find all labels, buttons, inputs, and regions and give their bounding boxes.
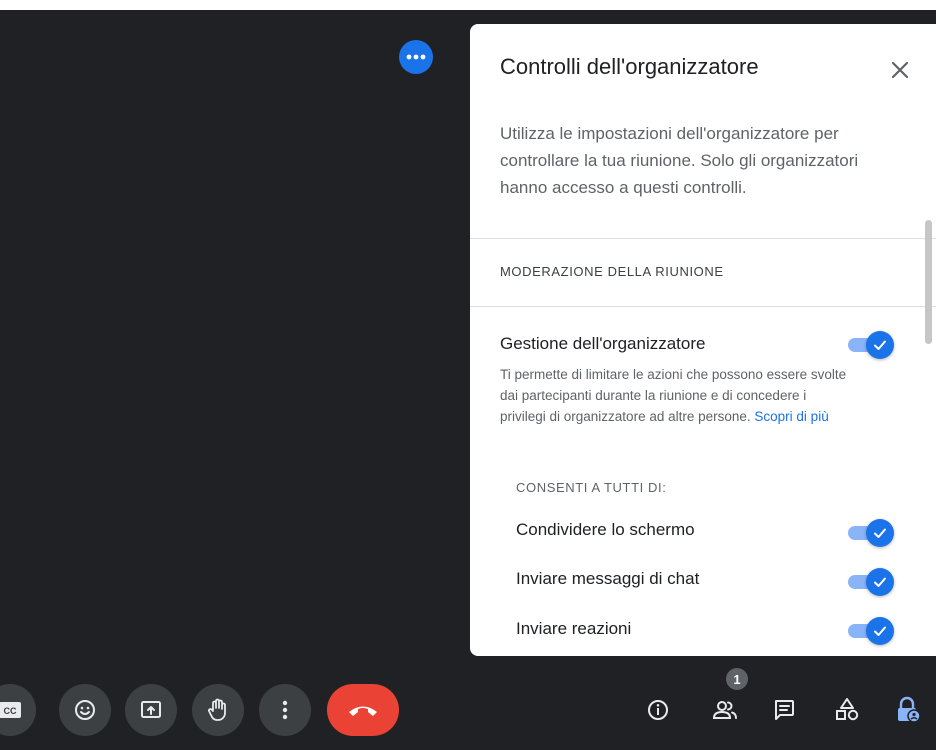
present-screen-button[interactable]: [125, 684, 177, 736]
more-vertical-icon: [282, 700, 288, 720]
closed-captions-icon: CC: [0, 702, 21, 718]
participants-button[interactable]: [707, 692, 743, 728]
toggle-knob: [866, 617, 894, 645]
toggle-knob: [866, 331, 894, 359]
shapes-icon: [836, 698, 859, 721]
section-title: MODERAZIONE DELLA RIUNIONE: [500, 264, 724, 279]
check-icon: [874, 528, 886, 538]
check-icon: [874, 340, 886, 350]
hang-up-icon: [349, 706, 377, 716]
end-call-button[interactable]: [327, 684, 399, 736]
window-top-strip: [0, 0, 936, 10]
permission-label-chat: Inviare messaggi di chat: [516, 569, 700, 588]
more-options-button[interactable]: [259, 684, 311, 736]
host-controls-panel: Controlli dell'organizzatore Utilizza le…: [470, 24, 936, 656]
allow-all-heading: CONSENTI A TUTTI DI:: [516, 480, 667, 495]
host-controls-button[interactable]: [890, 692, 926, 728]
toggle-knob: [866, 568, 894, 596]
meeting-info-button[interactable]: [640, 692, 676, 728]
close-button[interactable]: [882, 52, 918, 88]
lock-person-icon: [898, 696, 921, 723]
chat-button[interactable]: [766, 692, 802, 728]
host-management-description: Ti permette di limitare le azioni che po…: [500, 364, 850, 427]
svg-text:CC: CC: [4, 706, 17, 716]
share-screen-toggle[interactable]: [846, 519, 894, 547]
raise-hand-button[interactable]: [192, 684, 244, 736]
close-icon: [891, 61, 909, 79]
reactions-button[interactable]: [59, 684, 111, 736]
permission-label-reactions: Inviare reazioni: [516, 619, 632, 638]
panel-title: Controlli dell'organizzatore: [500, 54, 759, 79]
panel-scrollbar[interactable]: [925, 220, 932, 344]
chat-icon: [775, 700, 794, 720]
learn-more-link[interactable]: Scopri di più: [754, 409, 828, 424]
divider: [470, 306, 936, 307]
check-icon: [874, 626, 886, 636]
more-horizontal-icon: [406, 54, 426, 60]
toggle-knob: [866, 519, 894, 547]
reactions-toggle[interactable]: [846, 617, 894, 645]
participants-count-badge: 1: [726, 668, 748, 690]
host-management-title: Gestione dell'organizzatore: [500, 334, 706, 353]
chat-toggle[interactable]: [846, 568, 894, 596]
present-screen-icon: [141, 701, 161, 718]
raise-hand-icon: [208, 698, 226, 721]
permission-label-share-screen: Condividere lo schermo: [516, 520, 695, 539]
activities-button[interactable]: [829, 692, 865, 728]
captions-button[interactable]: CC: [0, 684, 36, 736]
info-icon: [648, 700, 668, 720]
more-options-bubble[interactable]: [399, 40, 433, 74]
divider: [470, 238, 936, 239]
emoji-icon: [75, 700, 95, 720]
intro-text: Utilizza le impostazioni dell'organizzat…: [500, 124, 859, 197]
people-icon: [712, 701, 737, 719]
host-management-toggle[interactable]: [846, 331, 894, 359]
check-icon: [874, 577, 886, 587]
